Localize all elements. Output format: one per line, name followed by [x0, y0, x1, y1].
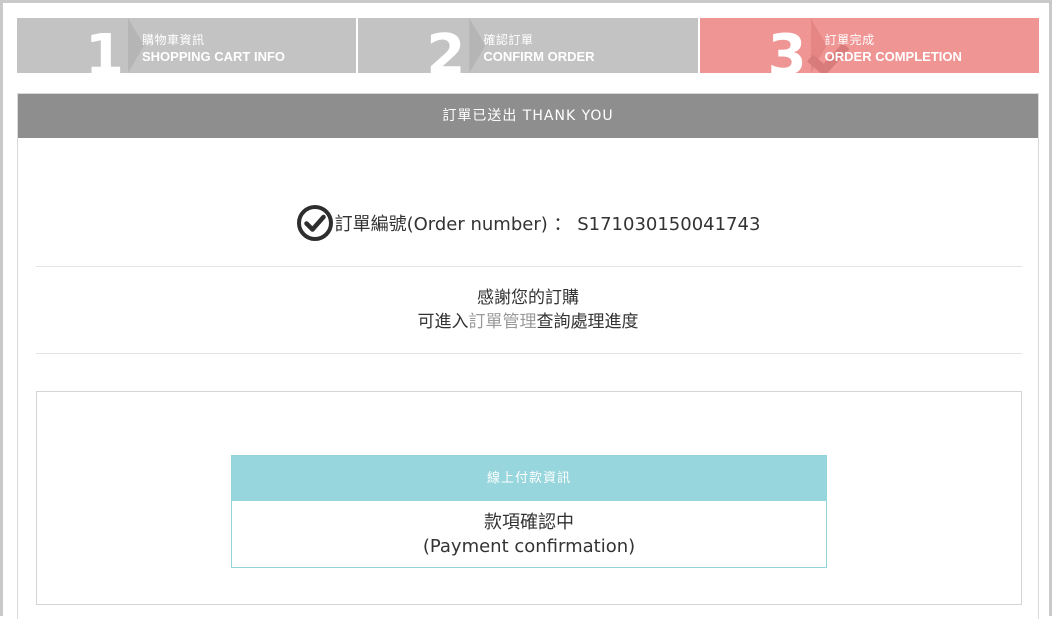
order-complete-panel: 訂單已送出 THANK YOU 訂單編號(Order number) ： S17…: [17, 93, 1039, 619]
order-management-line: 可進入訂單管理查詢處理進度: [18, 310, 1038, 334]
panel-title: 訂單已送出 THANK YOU: [18, 94, 1038, 138]
payment-info-card: 線上付款資訊 款項確認中 (Payment confirmation): [231, 455, 827, 568]
step-label-zh: 購物車資訊: [142, 33, 205, 47]
step-label-en: SHOPPING CART INFO: [142, 49, 286, 64]
thanks-line: 感謝您的訂購: [477, 288, 579, 308]
step-label-en: CONFIRM ORDER: [483, 49, 595, 64]
step-order-completion: 3 訂單完成 ORDER COMPLETION: [699, 18, 1039, 73]
step-number: 1: [85, 26, 121, 73]
thanks-message: 感謝您的訂購 可進入訂單管理查詢處理進度: [18, 286, 1038, 334]
order-number-value: S171030150041743: [577, 214, 761, 235]
order-management-prefix: 可進入: [417, 312, 469, 332]
step-cart-info: 1 購物車資訊 SHOPPING CART INFO: [17, 18, 357, 73]
payment-section: 線上付款資訊 款項確認中 (Payment confirmation): [36, 391, 1022, 605]
divider: [36, 353, 1022, 354]
order-number-separator: ：: [547, 214, 578, 235]
order-management-link[interactable]: 訂單管理: [469, 312, 537, 332]
step-number: 2: [426, 26, 463, 73]
payment-info-title: 線上付款資訊: [232, 456, 826, 501]
step-label-zh: 訂單完成: [824, 33, 875, 47]
payment-status-zh: 款項確認中: [484, 512, 574, 533]
divider: [36, 266, 1022, 267]
page-frame: 1 購物車資訊 SHOPPING CART INFO 2 確認訂單 CONFIR…: [0, 0, 1052, 619]
payment-status: 款項確認中 (Payment confirmation): [232, 501, 826, 559]
step-confirm-order: 2 確認訂單 CONFIRM ORDER: [358, 18, 698, 73]
check-circle-icon: [296, 205, 333, 241]
order-number-label: 訂單編號(Order number): [334, 214, 548, 235]
order-management-suffix: 查詢處理進度: [536, 312, 639, 332]
step-number: 3: [767, 26, 804, 73]
step-label-zh: 確認訂單: [483, 33, 534, 47]
order-number-row: 訂單編號(Order number) ： S171030150041743: [18, 203, 1038, 243]
checkout-steps: 1 購物車資訊 SHOPPING CART INFO 2 確認訂單 CONFIR…: [17, 18, 1039, 73]
payment-status-en: (Payment confirmation): [422, 536, 636, 557]
order-number-text: 訂單編號(Order number) ： S171030150041743: [335, 210, 761, 236]
step-label-en: ORDER COMPLETION: [824, 49, 962, 64]
